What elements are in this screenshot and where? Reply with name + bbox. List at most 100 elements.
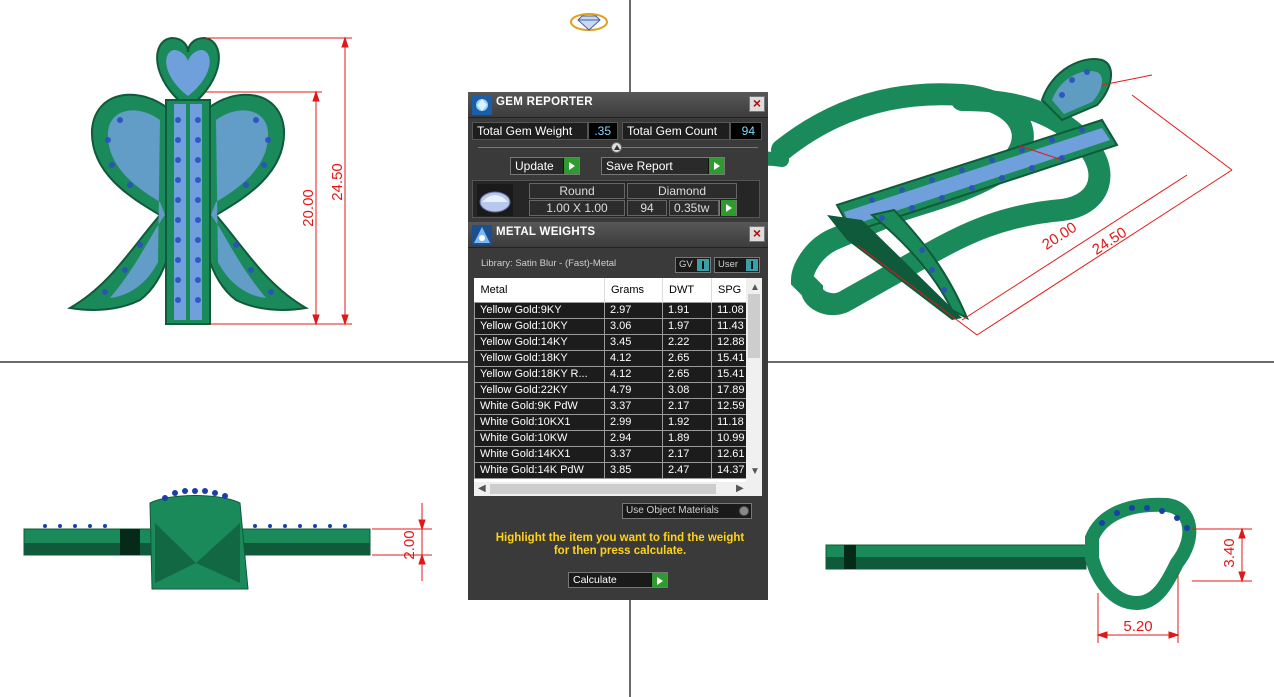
gem-count-cell: 94 [627, 200, 667, 216]
table-row[interactable]: Yellow Gold:10KY 3.06 1.97 11.43 [474, 317, 747, 335]
calculate-button[interactable]: Calculate [568, 572, 668, 588]
table-row[interactable]: Yellow Gold:14KY 3.45 2.22 12.88 [474, 333, 747, 351]
total-gem-weight-label: Total Gem Weight [472, 122, 588, 140]
pendant-iso-model: 20.00 24.50 [710, 58, 1233, 336]
cell-spg: 11.08 [711, 301, 747, 319]
save-report-play-icon [708, 158, 724, 174]
cell-grams: 4.12 [604, 365, 663, 383]
cell-spg: 12.88 [711, 333, 747, 351]
cell-dwt: 2.47 [662, 461, 712, 479]
calculate-play-icon [651, 573, 667, 587]
cell-spg: 14.37 [711, 461, 747, 479]
table-row[interactable]: White Gold:9K PdW 3.37 2.17 12.59 [474, 397, 747, 415]
use-object-materials-toggle[interactable]: Use Object Materials [622, 503, 752, 519]
cell-spg: 15.41 [711, 365, 747, 383]
metal-weights-titlebar[interactable]: METAL WEIGHTS × [468, 222, 768, 248]
gem-reporter-close-button[interactable]: × [749, 96, 765, 112]
gem-reporter-title: GEM REPORTER [496, 96, 593, 108]
round-gem-thumbnail-icon [477, 184, 513, 216]
column-header-dwt[interactable]: DWT [662, 278, 712, 302]
calculate-label: Calculate [573, 574, 617, 586]
update-label: Update [515, 159, 554, 173]
gv-label: GV [679, 259, 693, 270]
cell-dwt: 1.91 [662, 301, 712, 319]
table-vertical-scrollbar[interactable]: ▲ ▼ [746, 278, 762, 482]
pendant-side-model: 2.00 [23, 488, 432, 590]
gem-entry-row[interactable]: Round Diamond 1.00 X 1.00 94 0.35tw [472, 180, 760, 218]
scroll-up-icon[interactable]: ▲ [750, 282, 760, 293]
cell-metal: White Gold:14KX1 [474, 445, 605, 463]
metal-weights-close-button[interactable]: × [749, 226, 765, 242]
library-label: Library: Satin Blur - (Fast)-Metal [481, 258, 617, 269]
cell-dwt: 1.97 [662, 317, 712, 335]
front-height-outer-label: 24.50 [329, 163, 346, 201]
side-thickness-label: 2.00 [401, 530, 418, 559]
cell-dwt: 3.08 [662, 381, 712, 399]
metal-weights-icon [472, 225, 492, 245]
user-label: User [718, 259, 739, 270]
scroll-left-icon[interactable]: ◀ [478, 483, 486, 494]
metal-weights-table[interactable]: Metal Grams DWT SPG Yellow Gold:9KY 2.97 1… [474, 278, 762, 496]
gv-toggle[interactable]: GV [675, 257, 711, 273]
horizontal-scroll-thumb[interactable] [490, 484, 716, 494]
gem-reporter-icon [472, 95, 492, 115]
cell-grams: 3.45 [604, 333, 663, 351]
cell-dwt: 2.65 [662, 349, 712, 367]
table-row[interactable]: Yellow Gold:9KY 2.97 1.91 11.08 [474, 301, 747, 319]
cell-metal: Yellow Gold:9KY [474, 301, 605, 319]
table-row[interactable]: White Gold:14K PdW 3.85 2.47 14.37 [474, 461, 747, 479]
cell-metal: Yellow Gold:10KY [474, 317, 605, 335]
collapse-chevron-icon[interactable] [611, 142, 622, 153]
cell-grams: 2.99 [604, 413, 663, 431]
cell-grams: 3.06 [604, 317, 663, 335]
table-row[interactable]: Yellow Gold:18KY R... 4.12 2.65 15.41 [474, 365, 747, 383]
total-gem-count-label: Total Gem Count [622, 122, 730, 140]
gem-details-button[interactable] [719, 200, 737, 216]
cell-spg: 12.61 [711, 445, 747, 463]
metal-weights-title: METAL WEIGHTS [496, 226, 596, 238]
gem-details-play-icon [720, 200, 736, 216]
cell-spg: 11.43 [711, 317, 747, 335]
front-height-inner-label: 20.00 [300, 189, 317, 227]
cell-spg: 11.18 [711, 413, 747, 431]
total-gem-count-value: 94 [730, 122, 762, 140]
column-header-spg[interactable]: SPG [711, 278, 747, 302]
table-row[interactable]: White Gold:14KX1 3.37 2.17 12.61 [474, 445, 747, 463]
gem-shape-cell: Round [529, 183, 625, 199]
cell-metal: White Gold:14K PdW [474, 461, 605, 479]
cell-spg: 15.41 [711, 349, 747, 367]
scroll-down-icon[interactable]: ▼ [750, 466, 760, 477]
save-report-button[interactable]: Save Report [601, 157, 725, 175]
use-object-materials-label: Use Object Materials [626, 505, 719, 516]
table-row[interactable]: Yellow Gold:22KY 4.79 3.08 17.89 [474, 381, 747, 399]
vertical-scroll-thumb[interactable] [748, 294, 760, 358]
bail-height-label: 3.40 [1221, 538, 1238, 567]
save-report-label: Save Report [606, 159, 673, 173]
gem-reporter-titlebar[interactable]: GEM REPORTER × [468, 92, 768, 118]
cell-grams: 3.37 [604, 445, 663, 463]
cell-metal: Yellow Gold:18KY R... [474, 365, 605, 383]
table-row[interactable]: Yellow Gold:18KY 4.12 2.65 15.41 [474, 349, 747, 367]
user-toggle[interactable]: User [714, 257, 760, 273]
table-row[interactable]: White Gold:10KX1 2.99 1.92 11.18 [474, 413, 747, 431]
cell-grams: 3.85 [604, 461, 663, 479]
cad-workspace[interactable]: 24.50 20.00 20.00 24.50 2.00 3.40 5.20 G… [0, 0, 1274, 697]
update-button[interactable]: Update [510, 157, 580, 175]
cell-grams: 2.94 [604, 429, 663, 447]
gem-size-cell: 1.00 X 1.00 [529, 200, 625, 216]
column-header-metal[interactable]: Metal [474, 278, 605, 302]
pendant-top-model: 3.40 5.20 [825, 497, 1252, 643]
cell-dwt: 2.17 [662, 397, 712, 415]
iso-outer-label: 24.50 [1089, 224, 1130, 259]
table-horizontal-scrollbar[interactable]: ◀ ▶ [474, 482, 762, 496]
gem-material-cell: Diamond [627, 183, 737, 199]
hint-line-2: for then press calculate. [553, 545, 687, 557]
cell-dwt: 2.17 [662, 445, 712, 463]
total-gem-weight-value: .35 [588, 122, 618, 140]
scroll-right-icon[interactable]: ▶ [736, 483, 744, 494]
table-header-row: Metal Grams DWT SPG [474, 278, 747, 302]
cell-grams: 4.12 [604, 349, 663, 367]
metal-table: Metal Grams DWT SPG Yellow Gold:9KY 2.97 1… [474, 278, 747, 479]
table-row[interactable]: White Gold:10KW 2.94 1.89 10.99 [474, 429, 747, 447]
column-header-grams[interactable]: Grams [604, 278, 663, 302]
